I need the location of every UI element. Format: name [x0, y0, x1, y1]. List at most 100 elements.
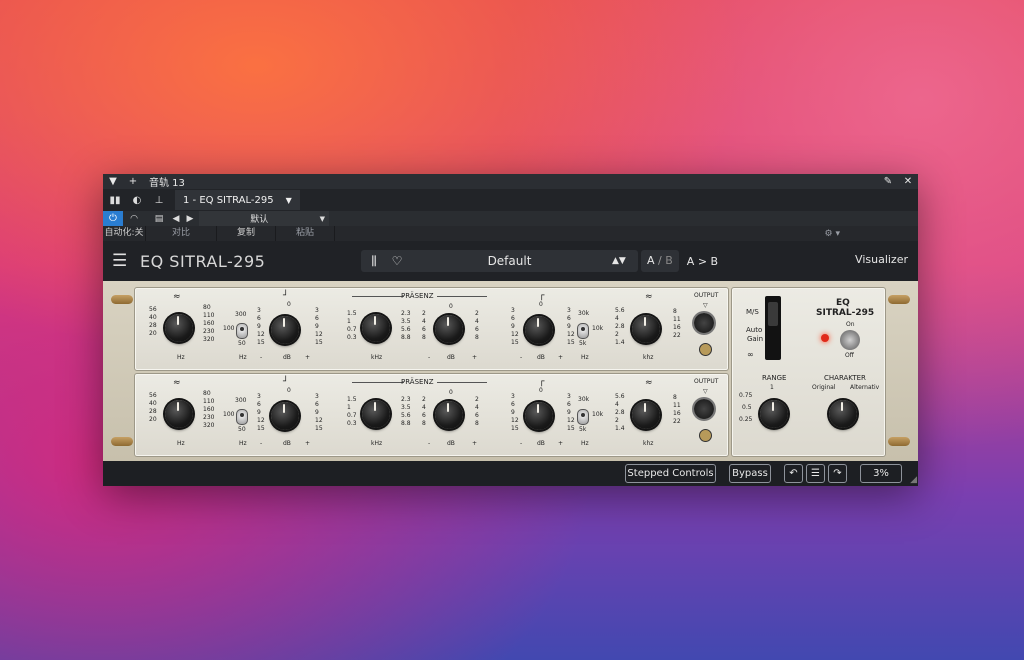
ab-b: B: [665, 254, 673, 267]
charakter-knob[interactable]: [829, 400, 857, 428]
low-freq-scale-right: 320: [203, 336, 215, 343]
power-icon[interactable]: ⏻: [103, 211, 123, 226]
presenz-gain-unit: dB: [447, 354, 455, 361]
output-button[interactable]: [699, 429, 712, 442]
plugin-tab-label: 1 - EQ SITRAL-295: [183, 194, 274, 206]
presenz-freq-scale-left: 1.5: [347, 396, 357, 403]
low-gain-zero: 0: [287, 301, 291, 308]
chevron-down-icon[interactable]: ▼: [286, 196, 292, 205]
stepped-controls-button[interactable]: Stepped Controls: [625, 464, 716, 483]
hp-switch[interactable]: [236, 323, 248, 339]
power-led: [821, 334, 829, 342]
preset-name[interactable]: Default: [407, 254, 612, 268]
high-gain-minus: -: [520, 440, 523, 447]
high-gain-scale-left: 6: [511, 315, 515, 322]
library-icon[interactable]: ⫼: [361, 254, 387, 269]
high-freq-scale-left: 5.6: [615, 307, 625, 314]
settings-icon[interactable]: ⚙ ▾: [825, 229, 840, 239]
presenz-freq-knob[interactable]: [362, 400, 390, 428]
low-freq-scale-left: 56: [149, 392, 157, 399]
collapse-icon[interactable]: ▼: [103, 176, 123, 187]
bypass-button[interactable]: Bypass: [729, 464, 771, 483]
presenz-freq-scale-right: 8.8: [401, 420, 411, 427]
add-icon[interactable]: +: [123, 176, 143, 187]
next-icon[interactable]: ▶: [183, 214, 197, 224]
redo-icon[interactable]: ↷: [828, 464, 847, 483]
host-preset-select[interactable]: 默认 ▼: [199, 211, 329, 226]
ms-autogain-switch[interactable]: [765, 296, 781, 360]
output-knob[interactable]: [694, 399, 714, 419]
automation-status[interactable]: 自动化:关: [103, 226, 146, 241]
low-gain-scale-right: 6: [315, 401, 319, 408]
low-freq-scale-left: 40: [149, 314, 157, 321]
paste-button[interactable]: 粘贴: [276, 226, 335, 241]
pin-icon[interactable]: ✎: [878, 176, 898, 187]
hs-switch[interactable]: [577, 323, 589, 339]
output-knob[interactable]: [694, 313, 714, 333]
dial-icon[interactable]: ◐: [127, 191, 147, 209]
compare-button[interactable]: 对比: [146, 226, 217, 241]
high-gain-scale-left: 12: [511, 331, 519, 338]
presenz-freq-scale-left: 0.7: [347, 412, 357, 419]
ab-toggle[interactable]: A / B: [641, 250, 679, 272]
routing-icon[interactable]: ⊥: [149, 191, 169, 209]
high-freq-knob[interactable]: [632, 315, 660, 343]
high-freq-scale-left: 5.6: [615, 393, 625, 400]
presenz-rule: [437, 296, 487, 297]
range-knob[interactable]: [760, 400, 788, 428]
automation-icon[interactable]: ◠: [123, 214, 145, 224]
model-line2: SITRAL-295: [816, 308, 875, 318]
high-gain-knob[interactable]: [525, 316, 553, 344]
high-freq-knob[interactable]: [632, 401, 660, 429]
heart-icon[interactable]: ♡: [387, 254, 407, 268]
presenz-freq-knob[interactable]: [362, 314, 390, 342]
low-gain-unit: dB: [283, 354, 291, 361]
low-gain-scale-right: 9: [315, 409, 319, 416]
low-freq-scale-left: 40: [149, 400, 157, 407]
high-band-icon: ┌: [539, 377, 545, 387]
output-button[interactable]: [699, 343, 712, 356]
low-gain-scale-right: 3: [315, 307, 319, 314]
prev-icon[interactable]: ◀: [169, 214, 183, 224]
visualizer-button[interactable]: Visualizer: [855, 253, 908, 266]
low-shelf-icon: ≈: [173, 292, 181, 302]
high-band-icon: ┌: [539, 291, 545, 301]
auto-label: Auto: [746, 326, 763, 334]
preset-arrows-icon[interactable]: ▲▼: [612, 256, 638, 266]
hs-label-bot: 5k: [579, 340, 587, 347]
low-freq-scale-left: 20: [149, 330, 157, 337]
eq-channel-top: ≈56 40 28 20 80 110 160 230 320 Hz 300 100 50 Hz ┘ 0 3 6 9…: [134, 287, 729, 371]
presenz-freq-scale-right: 8.8: [401, 334, 411, 341]
resize-handle-icon[interactable]: ◢: [910, 475, 917, 485]
hs-switch[interactable]: [577, 409, 589, 425]
low-freq-scale-right: 230: [203, 328, 215, 335]
high-gain-knob[interactable]: [525, 402, 553, 430]
history-icon[interactable]: ☰: [806, 464, 825, 483]
low-gain-scale-right: 12: [315, 417, 323, 424]
presenz-gain-knob[interactable]: [435, 315, 463, 343]
presenz-freq-scale-left: 1: [347, 404, 351, 411]
low-freq-knob[interactable]: [165, 314, 193, 342]
menu-icon[interactable]: ☰: [112, 251, 132, 271]
plugin-tab[interactable]: 1 - EQ SITRAL-295 ▼: [175, 190, 300, 210]
copy-button[interactable]: 复制: [217, 226, 276, 241]
power-toggle[interactable]: [840, 330, 860, 350]
undo-icon[interactable]: ↶: [784, 464, 803, 483]
zoom-button[interactable]: 3%: [860, 464, 902, 483]
low-gain-knob[interactable]: [271, 316, 299, 344]
hp-switch[interactable]: [236, 409, 248, 425]
low-freq-scale-right: 160: [203, 320, 215, 327]
presenz-rule: [352, 296, 404, 297]
low-freq-scale-right: 80: [203, 390, 211, 397]
chevron-down-icon[interactable]: ▼: [320, 215, 325, 223]
low-shelf-icon: ≈: [173, 378, 181, 388]
low-gain-knob[interactable]: [271, 402, 299, 430]
link-icon[interactable]: ∞: [747, 350, 754, 359]
channel-icon[interactable]: ▮▮: [105, 191, 125, 209]
low-freq-unit: Hz: [177, 354, 185, 361]
low-freq-knob[interactable]: [165, 400, 193, 428]
file-icon[interactable]: ▤: [149, 214, 169, 224]
close-icon[interactable]: ✕: [898, 176, 918, 187]
presenz-gain-knob[interactable]: [435, 401, 463, 429]
copy-a-to-b-button[interactable]: A > B: [687, 255, 718, 268]
